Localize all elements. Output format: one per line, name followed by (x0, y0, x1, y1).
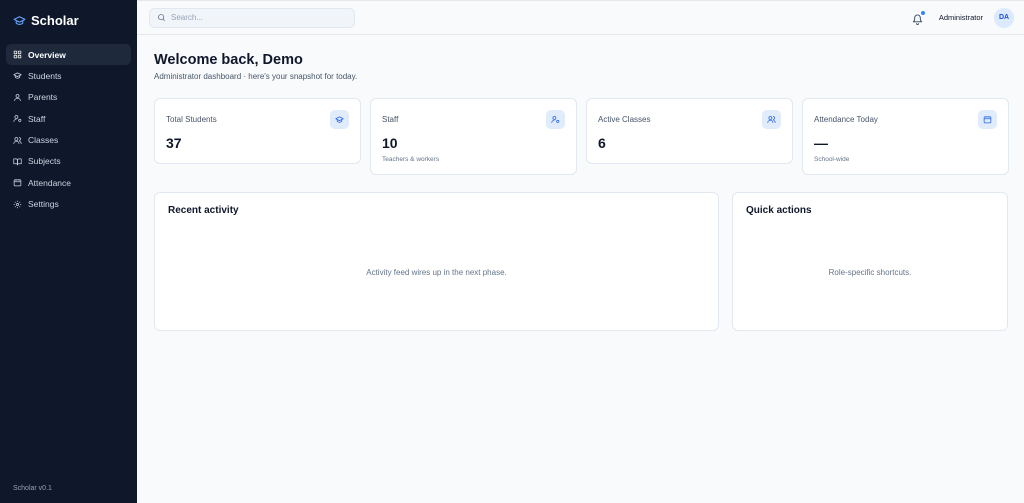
sidebar-item-label: Overview (28, 49, 66, 60)
sidebar-item-students[interactable]: Students (6, 65, 131, 86)
recent-activity-panel: Recent activity Activity feed wires up i… (154, 192, 719, 331)
search-input[interactable] (171, 13, 341, 22)
stat-label: Active Classes (598, 115, 651, 124)
gear-icon (13, 200, 22, 208)
stat-card-staff: Staff 10 Teachers & workers (370, 98, 577, 175)
panel-title: Quick actions (746, 205, 812, 216)
calendar-icon (13, 179, 22, 187)
sidebar-item-label: Staff (28, 113, 46, 124)
graduation-cap-icon (13, 15, 26, 25)
notifications-button[interactable] (912, 10, 925, 25)
sidebar-item-label: Subjects (28, 156, 61, 167)
stat-icon-badge (546, 110, 565, 129)
users-icon (767, 116, 776, 123)
user-icon (14, 93, 21, 101)
sidebar-item-staff[interactable]: Staff (6, 108, 131, 129)
search-icon (158, 14, 165, 21)
user-cog-icon (551, 116, 560, 123)
brand-name: Scholar (31, 12, 79, 28)
dashboard-content: Welcome back, Demo Administrator dashboa… (137, 35, 1024, 331)
stats-row: Total Students 37 Staff 10 Teachers & wo… (154, 98, 1009, 175)
page-title: Welcome back, Demo (154, 52, 303, 68)
stat-value: 37 (166, 135, 182, 151)
sidebar-item-overview[interactable]: Overview (6, 44, 131, 65)
stat-card-active-classes: Active Classes 6 (586, 98, 793, 164)
user-cog-icon (13, 115, 22, 123)
stat-label: Total Students (166, 115, 217, 124)
empty-state-text: Role-specific shortcuts. (828, 268, 912, 277)
main-area: Administrator DA Welcome back, Demo Admi… (137, 0, 1024, 503)
stat-value: 10 (382, 135, 398, 151)
avatar[interactable]: DA (994, 7, 1014, 28)
brand[interactable]: Scholar (0, 0, 137, 40)
stat-icon-badge (762, 110, 781, 129)
stat-card-total-students: Total Students 37 (154, 98, 361, 164)
bell-icon (912, 14, 922, 25)
stat-icon-badge (978, 110, 997, 129)
sidebar-nav: Overview Students Parents Staff Classes … (0, 40, 137, 215)
sidebar-item-parents[interactable]: Parents (6, 87, 131, 108)
sidebar-item-classes[interactable]: Classes (6, 130, 131, 151)
sidebar-item-label: Attendance (28, 177, 72, 188)
stat-value: 6 (598, 135, 606, 151)
stat-icon-badge (330, 110, 349, 129)
app: Scholar Overview Students Parents Staff … (0, 0, 1024, 503)
panel-title: Recent activity (168, 205, 239, 216)
sidebar-item-label: Parents (28, 92, 58, 103)
sidebar: Scholar Overview Students Parents Staff … (0, 0, 137, 503)
panels-row: Recent activity Activity feed wires up i… (154, 192, 1009, 331)
quick-actions-panel: Quick actions Role-specific shortcuts. (732, 192, 1008, 331)
sidebar-item-label: Settings (28, 199, 59, 210)
graduation-cap-icon (13, 72, 22, 79)
sidebar-item-settings[interactable]: Settings (6, 194, 131, 215)
stat-label: Staff (382, 115, 399, 124)
search-box[interactable] (149, 7, 355, 28)
graduation-cap-icon (335, 116, 344, 123)
calendar-icon (983, 116, 992, 124)
notification-dot (920, 10, 925, 15)
stat-label: Attendance Today (814, 115, 878, 124)
app-version: Scholar v0.1 (13, 485, 52, 492)
user-role: Administrator (938, 13, 983, 22)
page-subtitle: Administrator dashboard · here's your sn… (154, 72, 358, 81)
grid-icon (13, 50, 22, 59)
top-bar: Administrator DA (137, 0, 1024, 35)
sidebar-item-attendance[interactable]: Attendance (6, 172, 131, 193)
top-right-controls: Administrator DA (912, 7, 1014, 28)
stat-card-attendance-today: Attendance Today — School-wide (802, 98, 1009, 175)
stat-note: Teachers & workers (382, 156, 440, 163)
sidebar-item-label: Classes (28, 135, 59, 146)
sidebar-item-label: Students (28, 70, 62, 81)
users-icon (13, 136, 22, 144)
sidebar-item-subjects[interactable]: Subjects (6, 151, 131, 172)
stat-value: — (814, 135, 828, 151)
empty-state-text: Activity feed wires up in the next phase… (366, 268, 507, 277)
book-icon (13, 158, 22, 166)
stat-note: School-wide (814, 156, 850, 163)
